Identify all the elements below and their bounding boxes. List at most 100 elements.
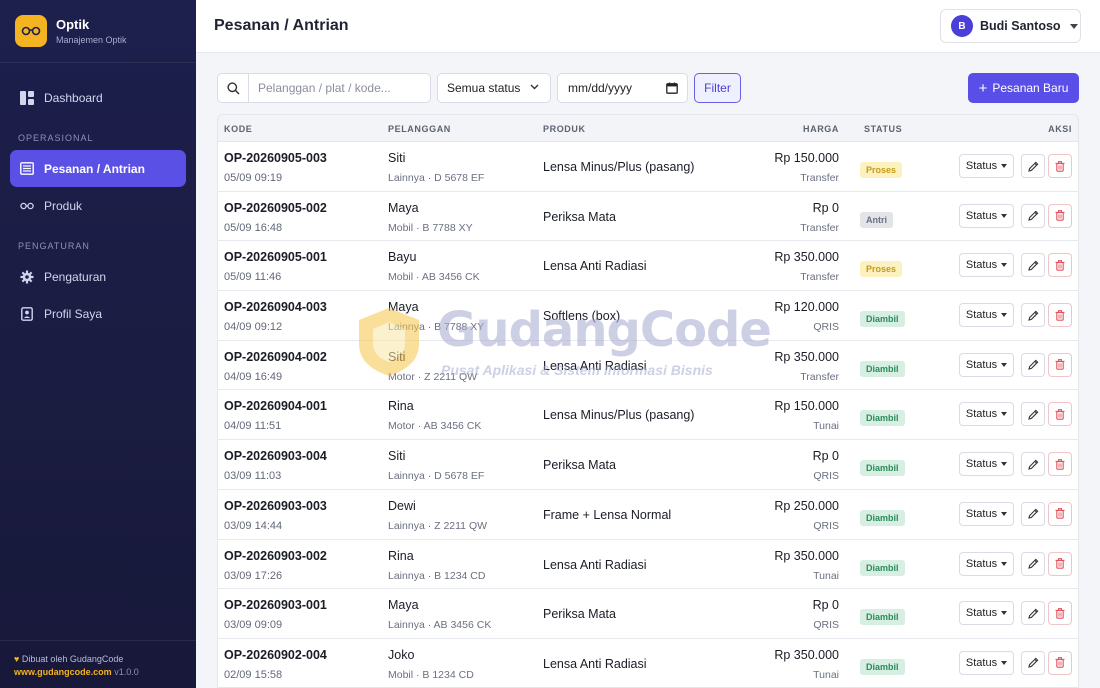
- order-datetime: 02/09 15:58: [224, 668, 283, 681]
- status-dropdown-button[interactable]: Status: [959, 501, 1014, 526]
- new-order-button[interactable]: + Pesanan Baru: [968, 73, 1079, 103]
- cell-status: Diambil: [860, 657, 905, 675]
- customer-vehicle: Mobil · AB 3456 CK: [388, 271, 480, 284]
- dashboard-icon: [20, 90, 34, 105]
- caret-down-icon: [1001, 660, 1008, 665]
- sidebar-item-profil[interactable]: Profil Saya: [10, 295, 186, 332]
- status-dropdown-button[interactable]: Status: [959, 253, 1014, 278]
- edit-button[interactable]: [1021, 551, 1045, 576]
- search-input[interactable]: [249, 74, 427, 102]
- delete-button[interactable]: [1048, 452, 1072, 477]
- payment-method: Tunai: [813, 569, 839, 582]
- edit-button[interactable]: [1021, 601, 1045, 626]
- status-badge: Diambil: [860, 509, 905, 526]
- payment-method: Tunai: [813, 420, 839, 433]
- edit-button[interactable]: [1021, 501, 1045, 526]
- order-code: OP-20260904-001: [224, 399, 327, 414]
- sidebar-item-pengaturan[interactable]: Pengaturan: [10, 258, 186, 295]
- pencil-icon: [1027, 359, 1039, 371]
- table-row: OP-20260905-002 05/09 16:48 Maya Mobil · B …: [218, 192, 1078, 242]
- order-datetime: 05/09 11:46: [224, 271, 282, 284]
- user-name: Budi Santoso: [980, 19, 1061, 33]
- cell-aksi: Status: [959, 650, 1072, 675]
- edit-button[interactable]: [1021, 203, 1045, 228]
- delete-button[interactable]: [1048, 501, 1072, 526]
- status-button-label: Status: [965, 209, 998, 222]
- status-dropdown-button[interactable]: Status: [959, 452, 1014, 477]
- sidebar-item-dashboard[interactable]: Dashboard: [10, 79, 186, 116]
- status-dropdown-button[interactable]: Status: [959, 650, 1014, 675]
- site-link[interactable]: www.gudangcode.com: [14, 667, 112, 677]
- status-dropdown-button[interactable]: Status: [959, 601, 1014, 626]
- edit-button[interactable]: [1021, 253, 1045, 278]
- cell-status: Diambil: [860, 458, 905, 477]
- edit-button[interactable]: [1021, 352, 1045, 377]
- cell-aksi: Status: [959, 601, 1072, 626]
- customer-vehicle: Lainnya · B 1234 CD: [388, 569, 486, 582]
- status-dropdown-button[interactable]: Status: [959, 203, 1014, 228]
- cell-harga: Rp 150.000 Tunai: [774, 399, 839, 432]
- trash-icon: [1055, 508, 1065, 520]
- cell-status: Antri: [860, 210, 893, 228]
- cell-aksi: Status: [959, 452, 1072, 477]
- delete-button[interactable]: [1048, 253, 1072, 278]
- glasses-icon: [20, 199, 34, 213]
- filter-button[interactable]: Filter: [694, 73, 741, 103]
- date-input[interactable]: mm/dd/yyyy: [557, 73, 688, 103]
- status-select[interactable]: Semua status: [437, 73, 551, 103]
- cell-status: Proses: [860, 259, 903, 278]
- sidebar-item-produk[interactable]: Produk: [10, 187, 186, 224]
- customer-vehicle: Lainnya · AB 3456 CK: [388, 619, 492, 632]
- product-name: Lensa Anti Radiasi: [543, 358, 647, 373]
- delete-button[interactable]: [1048, 352, 1072, 377]
- cell-kode: OP-20260904-003 04/09 09:12: [224, 300, 327, 333]
- section-pengaturan: PENGATURAN: [18, 241, 90, 251]
- order-code: OP-20260903-001: [224, 598, 327, 613]
- delete-button[interactable]: [1048, 303, 1072, 328]
- status-button-label: Status: [965, 458, 998, 471]
- edit-button[interactable]: [1021, 154, 1045, 178]
- cell-pelanggan: Maya Lainnya · B 7788 XY: [388, 300, 484, 333]
- delete-button[interactable]: [1048, 601, 1072, 626]
- status-button-label: Status: [965, 507, 998, 520]
- delete-button[interactable]: [1048, 203, 1072, 228]
- table-row: OP-20260905-001 05/09 11:46 Bayu Mobil · AB…: [218, 241, 1078, 292]
- customer-vehicle: Mobil · B 7788 XY: [388, 221, 473, 234]
- sidebar-item-pesanan[interactable]: Pesanan / Antrian: [10, 150, 186, 187]
- delete-button[interactable]: [1048, 650, 1072, 675]
- status-button-label: Status: [965, 656, 998, 669]
- cell-aksi: Status: [959, 501, 1072, 526]
- col-status: STATUS: [864, 124, 903, 134]
- trash-icon: [1055, 657, 1065, 669]
- edit-button[interactable]: [1021, 452, 1045, 477]
- status-dropdown-button[interactable]: Status: [959, 352, 1014, 377]
- delete-button[interactable]: [1048, 551, 1072, 576]
- status-button-label: Status: [965, 408, 998, 421]
- table-body: OP-20260905-003 05/09 09:19 Siti Lainnya · …: [218, 142, 1078, 687]
- caret-down-icon: [1001, 511, 1008, 516]
- edit-button[interactable]: [1021, 402, 1045, 427]
- cell-status: Diambil: [860, 558, 905, 576]
- status-dropdown-button[interactable]: Status: [959, 154, 1014, 178]
- delete-button[interactable]: [1048, 154, 1072, 178]
- edit-button[interactable]: [1021, 303, 1045, 328]
- status-badge: Diambil: [860, 559, 905, 576]
- customer-name: Siti: [388, 449, 406, 464]
- status-badge: Proses: [860, 162, 903, 178]
- status-button-label: Status: [965, 358, 998, 371]
- brand-subtitle: Manajemen Optik: [56, 35, 127, 45]
- user-menu-button[interactable]: B Budi Santoso: [940, 9, 1081, 43]
- edit-button[interactable]: [1021, 650, 1045, 675]
- table-row: OP-20260902-004 02/09 15:58 Joko Mobil · B …: [218, 639, 1078, 687]
- cell-pelanggan: Maya Mobil · B 7788 XY: [388, 201, 473, 234]
- table-row: OP-20260905-003 05/09 09:19 Siti Lainnya · …: [218, 142, 1078, 192]
- status-dropdown-button[interactable]: Status: [959, 551, 1014, 576]
- status-dropdown-button[interactable]: Status: [959, 303, 1014, 328]
- delete-button[interactable]: [1048, 402, 1072, 427]
- product-name: Lensa Anti Radiasi: [543, 259, 647, 274]
- cell-kode: OP-20260903-001 03/09 09:09: [224, 598, 327, 631]
- status-dropdown-button[interactable]: Status: [959, 402, 1014, 427]
- table-row: OP-20260904-001 04/09 11:51 Rina Motor · AB…: [218, 390, 1078, 441]
- calendar-icon[interactable]: [666, 82, 678, 94]
- order-code: OP-20260905-003: [224, 151, 327, 165]
